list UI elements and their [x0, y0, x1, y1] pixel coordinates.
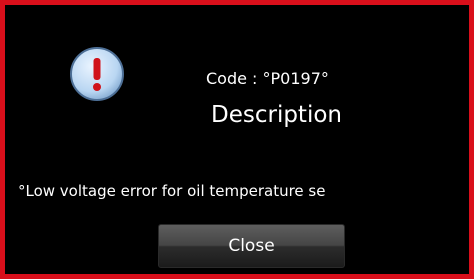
- exclamation-alert-icon: [70, 47, 124, 101]
- description-heading: Description: [211, 102, 342, 128]
- error-code-label: Code : °P0197°: [206, 69, 329, 88]
- error-code-dialog: Code : °P0197° Description °Low voltage …: [0, 0, 474, 279]
- close-button[interactable]: Close: [158, 224, 345, 268]
- error-description-text: °Low voltage error for oil temperature s…: [18, 182, 326, 200]
